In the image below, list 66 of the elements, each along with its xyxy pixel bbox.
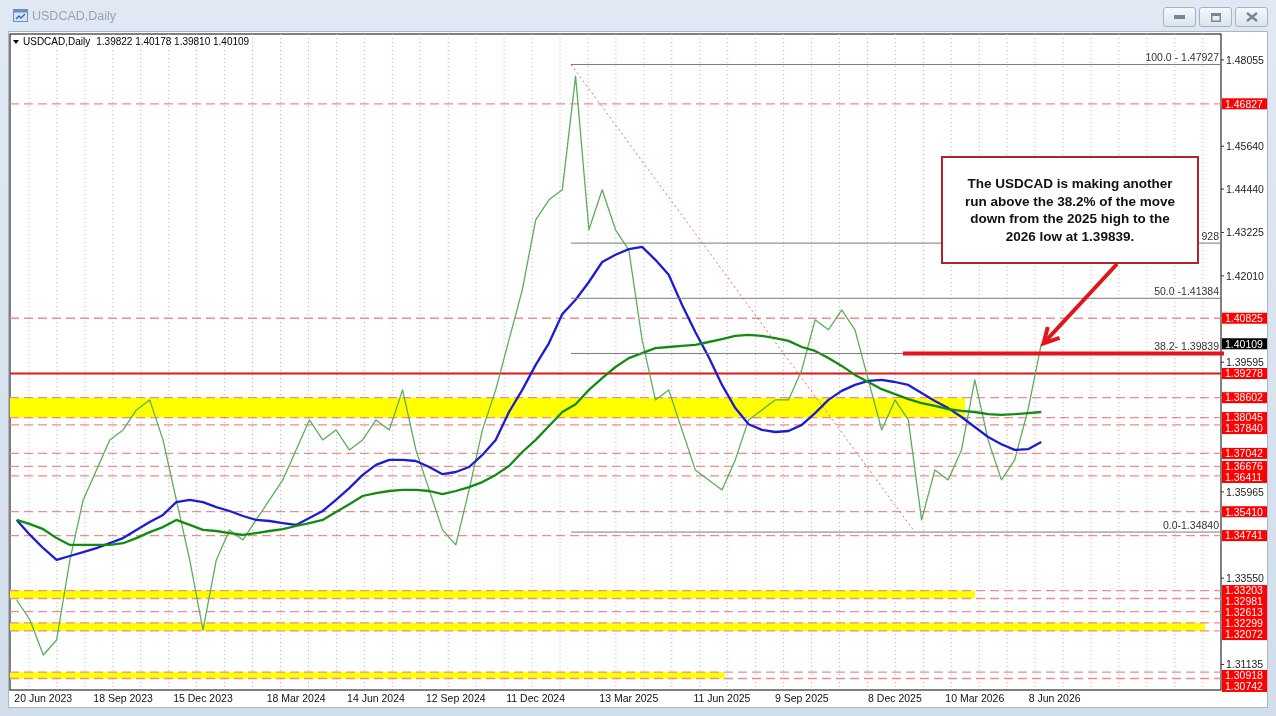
date-label: 9 Sep 2025 [774,692,829,704]
price-level-tag: 1.30742 [1222,680,1267,693]
fibonacci-label: 38.2- 1.39839 [1154,340,1219,353]
price-level-tag: 1.37042 [1222,447,1267,460]
y-tick-label: 1.39595 [1226,355,1265,368]
y-tick-label: 1.35965 [1226,485,1265,498]
y-tick-label: 1.48055 [1226,53,1265,66]
price-level-tag: 1.35410 [1222,505,1267,518]
fibonacci-label: 50.0 -1.41384 [1154,285,1219,298]
price-level-tag: 1.37840 [1222,422,1267,435]
price-level-tag: 1.30918 [1222,669,1267,682]
y-tick-label: 1.33550 [1226,571,1265,584]
date-label: 8 Jun 2026 [1028,692,1081,704]
price-level-tag: 1.39278 [1222,367,1267,380]
maximize-icon [1210,12,1221,22]
current-price-tag: 1.40109 [1222,337,1267,350]
price-level-tag: 1.32613 [1222,606,1267,619]
price-level-tag: 1.32072 [1222,628,1267,641]
minimize-button[interactable] [1163,7,1196,27]
annotation-text: The USDCAD is making another run above the 38.2% of the move down from the 2025 high to the 2026 low at 1.39839. [963,175,1177,245]
ref-line-label: 1.36411 [1225,471,1263,484]
date-label: 18 Mar 2024 [266,692,326,704]
chart-info-text: USDCAD,Daily 1.39822 1.40178 1.39810 1.40109 [23,36,250,47]
price-axis-label: 1.35965 [1220,485,1264,498]
date-label: 14 Jun 2024 [347,692,405,704]
price-level-tag: 1.36676 [1222,460,1267,473]
date-label: 10 Mar 2026 [945,692,1005,704]
date-label: 12 Sep 2024 [426,692,486,704]
close-button[interactable] [1235,7,1268,27]
date-label: 11 Jun 2025 [693,692,751,704]
price-axis-label: 1.39595 [1220,356,1264,368]
price-level-tag: 1.36411 [1222,471,1267,484]
price-axis-label: 1.48055 [1220,53,1264,66]
price-axis-label: 1.31135 [1220,658,1264,671]
date-label: 20 Jun 2023 [14,692,73,704]
price-level-tag: 1.33203 [1222,584,1267,597]
price-level-tag: 1.32299 [1222,617,1267,630]
price-axis-label: 1.42010 [1220,269,1264,282]
price-axis-label: 1.44440 [1220,182,1264,195]
price-level-tag: 1.46827 [1222,97,1267,110]
fibonacci-label: 100.0 - 1.47927 [1145,51,1219,64]
fibonacci-label: 928 [1201,230,1219,243]
window-title: USDCAD,Daily [32,9,117,23]
price-axis-label: 1.45640 [1220,140,1264,152]
date-label: 15 Dec 2023 [173,692,233,704]
triangle-icon [13,40,19,44]
maximize-button[interactable] [1199,7,1232,27]
fibonacci-label: 0.0-1.34840 [1162,519,1219,532]
date-label: 11 Dec 2024 [506,692,566,704]
price-level-tag: 1.40825 [1222,312,1267,325]
chart-window-icon [13,9,28,23]
price-level-tag: 1.38045 [1222,411,1267,424]
date-label: 8 Dec 2025 [868,692,922,704]
price-level-tag: 1.34741 [1222,529,1267,542]
y-tick-label: 1.44440 [1226,182,1265,195]
price-axis-label: 1.43225 [1220,226,1264,239]
price-level-tag: 1.32981 [1222,595,1267,608]
close-icon [1245,12,1258,22]
minimize-icon [1174,15,1185,19]
date-label: 18 Sep 2023 [93,692,153,704]
price-level-tag: 1.38602 [1222,391,1267,404]
y-tick-label: 1.45640 [1226,139,1265,152]
y-tick-label: 1.43225 [1226,226,1265,239]
price-axis-label: 1.33550 [1220,571,1264,584]
date-label: 13 Mar 2025 [599,692,659,704]
y-tick-label: 1.42010 [1226,269,1265,282]
